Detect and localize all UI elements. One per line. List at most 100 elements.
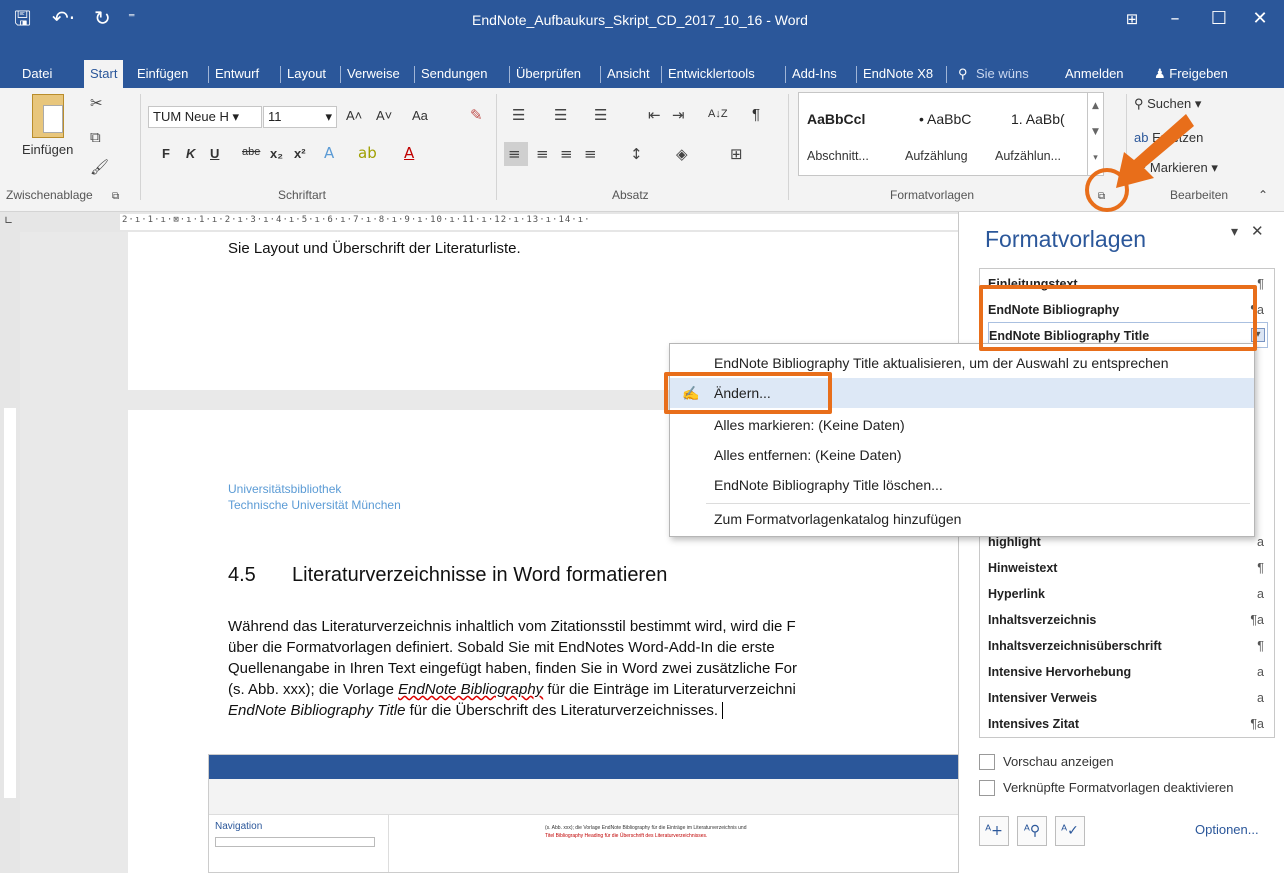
style-preview-abschnitt[interactable]: AaBbCcl bbox=[807, 111, 865, 127]
heading: Literaturverzeichnisse in Word formatier… bbox=[292, 564, 668, 586]
highlight-icon[interactable]: ab bbox=[358, 144, 377, 162]
style-item-label: Intensives Zitat bbox=[988, 717, 1079, 731]
tab-ueberpruefen[interactable]: Überprüfen bbox=[516, 60, 581, 88]
numbering-icon[interactable]: ☰ bbox=[554, 106, 567, 124]
tab-entwicklertools[interactable]: Entwicklertools bbox=[668, 60, 755, 88]
style-label: Aufzählun... bbox=[995, 149, 1062, 163]
grow-font-button[interactable]: A˄ bbox=[346, 108, 362, 123]
pane-options-icon[interactable]: ▾ bbox=[1231, 224, 1238, 240]
align-left-icon: ≡ bbox=[508, 145, 521, 163]
paste-button[interactable]: Einfügen bbox=[22, 142, 73, 157]
style-inspector-icon[interactable]: ᴬ⚲ bbox=[1017, 816, 1047, 846]
manage-styles-icon[interactable]: ᴬ✓ bbox=[1055, 816, 1085, 846]
shading-icon[interactable]: ◈ bbox=[676, 145, 688, 163]
style-item[interactable]: Inhaltsverzeichnisüberschrift ¶ bbox=[988, 633, 1268, 659]
copy-icon[interactable]: ⧉ bbox=[90, 128, 101, 146]
line-spacing-icon[interactable]: ↕ bbox=[630, 145, 643, 163]
paste-icon[interactable] bbox=[32, 94, 64, 138]
menu-item-add-to-gallery[interactable]: Zum Formatvorlagenkatalog hinzufügen bbox=[670, 504, 1254, 534]
vertical-ruler[interactable] bbox=[0, 232, 20, 873]
borders-icon[interactable]: ⊞ bbox=[730, 145, 743, 163]
heading-number: 4.5 bbox=[228, 564, 256, 586]
multilevel-list-icon[interactable]: ☰ bbox=[594, 106, 607, 124]
subscript-button[interactable]: x₂ bbox=[270, 146, 283, 161]
style-item[interactable]: Intensive Hervorhebung a bbox=[988, 659, 1268, 685]
menu-item-select-all[interactable]: Alles markieren: (Keine Daten) bbox=[670, 410, 1254, 440]
style-type-icon: a bbox=[1257, 691, 1264, 705]
style-type-icon: a bbox=[1257, 665, 1264, 679]
bold-button[interactable]: F bbox=[162, 146, 170, 161]
tab-layout[interactable]: Layout bbox=[287, 60, 326, 88]
tab-entwurf[interactable]: Entwurf bbox=[215, 60, 259, 88]
superscript-button[interactable]: x² bbox=[294, 146, 306, 161]
sort-button[interactable]: A↓Z bbox=[708, 108, 728, 120]
preview-checkbox[interactable] bbox=[979, 754, 995, 770]
strikethrough-button[interactable]: abe bbox=[242, 146, 260, 158]
undo-icon[interactable]: ↶· bbox=[52, 8, 75, 28]
collapse-ribbon-icon[interactable]: ⌃ bbox=[1258, 186, 1268, 204]
clear-formatting-icon[interactable]: ✎ bbox=[470, 106, 483, 124]
italic-button[interactable]: K bbox=[186, 146, 195, 161]
italic-run: EndNote Bibliography Title bbox=[228, 702, 406, 719]
font-size-input[interactable]: 11 ▾ bbox=[263, 106, 337, 128]
align-right-icon[interactable]: ≡ bbox=[560, 145, 573, 163]
tab-start[interactable]: Start bbox=[84, 60, 124, 88]
tab-verweise[interactable]: Verweise bbox=[347, 60, 400, 88]
style-item[interactable]: Inhaltsverzeichnis ¶a bbox=[988, 607, 1268, 633]
style-preview-aufzaehlung-num[interactable]: 1. AaBb( bbox=[1011, 111, 1065, 127]
cut-icon[interactable]: ✂ bbox=[90, 94, 103, 112]
customize-quick-access-icon[interactable]: ⁼ bbox=[128, 8, 135, 28]
tab-ansicht[interactable]: Ansicht bbox=[607, 60, 650, 88]
style-item[interactable]: Intensiver Verweis a bbox=[988, 685, 1268, 711]
format-painter-icon[interactable]: 🖌 bbox=[90, 158, 109, 176]
tab-add-ins[interactable]: Add-Ins bbox=[792, 60, 837, 88]
embedded-screenshot[interactable]: Navigation (s. Abb. xxx); die Vorlage En… bbox=[208, 754, 960, 873]
menu-item-clear-all[interactable]: Alles entfernen: (Keine Daten) bbox=[670, 440, 1254, 470]
pane-close-button[interactable]: ✕ bbox=[1251, 222, 1264, 240]
align-center-icon[interactable]: ≡ bbox=[536, 145, 549, 163]
style-preview-aufzaehlung[interactable]: • AaBbC bbox=[919, 111, 971, 127]
tell-me-icon[interactable]: ⚲ bbox=[958, 60, 968, 88]
redo-icon[interactable]: ↻ bbox=[94, 8, 111, 28]
increase-indent-icon[interactable]: ⇥ bbox=[672, 106, 685, 124]
style-item-label: highlight bbox=[988, 535, 1041, 549]
justify-icon[interactable]: ≡ bbox=[584, 145, 597, 163]
body-text: Während das Literaturverzeichnis inhaltl… bbox=[228, 618, 796, 635]
share-icon: ♟ bbox=[1154, 66, 1170, 81]
change-case-button[interactable]: Aa bbox=[412, 108, 428, 123]
font-color-icon[interactable]: A bbox=[404, 144, 414, 162]
save-icon[interactable]: 🖫 bbox=[14, 8, 31, 28]
show-formatting-button[interactable]: ¶ bbox=[752, 106, 760, 123]
tab-endnote-x8[interactable]: EndNote X8 bbox=[863, 60, 933, 88]
tab-einfuegen[interactable]: Einfügen bbox=[137, 60, 188, 88]
style-item-label: Inhaltsverzeichnis bbox=[988, 613, 1097, 627]
share-button[interactable]: ♟ Freigeben bbox=[1154, 60, 1228, 88]
tab-datei[interactable]: Datei bbox=[22, 60, 52, 88]
styles-gallery[interactable]: AaBbCcl • AaBbC 1. AaBb( Abschnitt... Au… bbox=[798, 92, 1104, 176]
tab-selector-icon[interactable]: ∟ bbox=[4, 214, 13, 227]
dialog-launcher-icon[interactable]: ⧉ bbox=[112, 188, 119, 206]
gallery-scroll[interactable]: ▲ ▼ ▾ bbox=[1087, 93, 1103, 175]
underline-button[interactable]: U bbox=[210, 146, 219, 161]
style-item[interactable]: Hyperlink a bbox=[988, 581, 1268, 607]
bullets-icon[interactable]: ☰ bbox=[512, 106, 525, 124]
style-item[interactable]: Hinweistext ¶ bbox=[988, 555, 1268, 581]
shrink-font-button[interactable]: A˅ bbox=[376, 108, 392, 123]
text-effects-icon[interactable]: A bbox=[324, 144, 334, 162]
style-type-icon: a bbox=[1257, 535, 1264, 549]
style-item[interactable]: Intensives Zitat ¶a bbox=[988, 711, 1268, 737]
font-name-input[interactable]: TUM Neue H ▾ bbox=[148, 106, 262, 128]
tell-me-search[interactable]: Sie wüns bbox=[976, 60, 1029, 88]
group-label-paragraph: Absatz bbox=[612, 188, 649, 202]
text-cursor: ​ bbox=[722, 702, 724, 719]
word-window: 🖫 ↶· ↻ ⁼ EndNote_Aufbaukurs_Skript_CD_20… bbox=[0, 0, 1284, 873]
new-style-icon[interactable]: ᴬ+ bbox=[979, 816, 1009, 846]
group-label-clipboard: Zwischenablage bbox=[6, 188, 93, 202]
sign-in-link[interactable]: Anmelden bbox=[1065, 60, 1124, 88]
close-button[interactable]: ✕ bbox=[1230, 4, 1284, 34]
decrease-indent-icon[interactable]: ⇤ bbox=[648, 106, 661, 124]
tab-sendungen[interactable]: Sendungen bbox=[421, 60, 488, 88]
menu-item-delete-style[interactable]: EndNote Bibliography Title löschen... bbox=[670, 470, 1254, 500]
linked-styles-checkbox[interactable] bbox=[979, 780, 995, 796]
options-link[interactable]: Optionen... bbox=[1195, 822, 1259, 837]
